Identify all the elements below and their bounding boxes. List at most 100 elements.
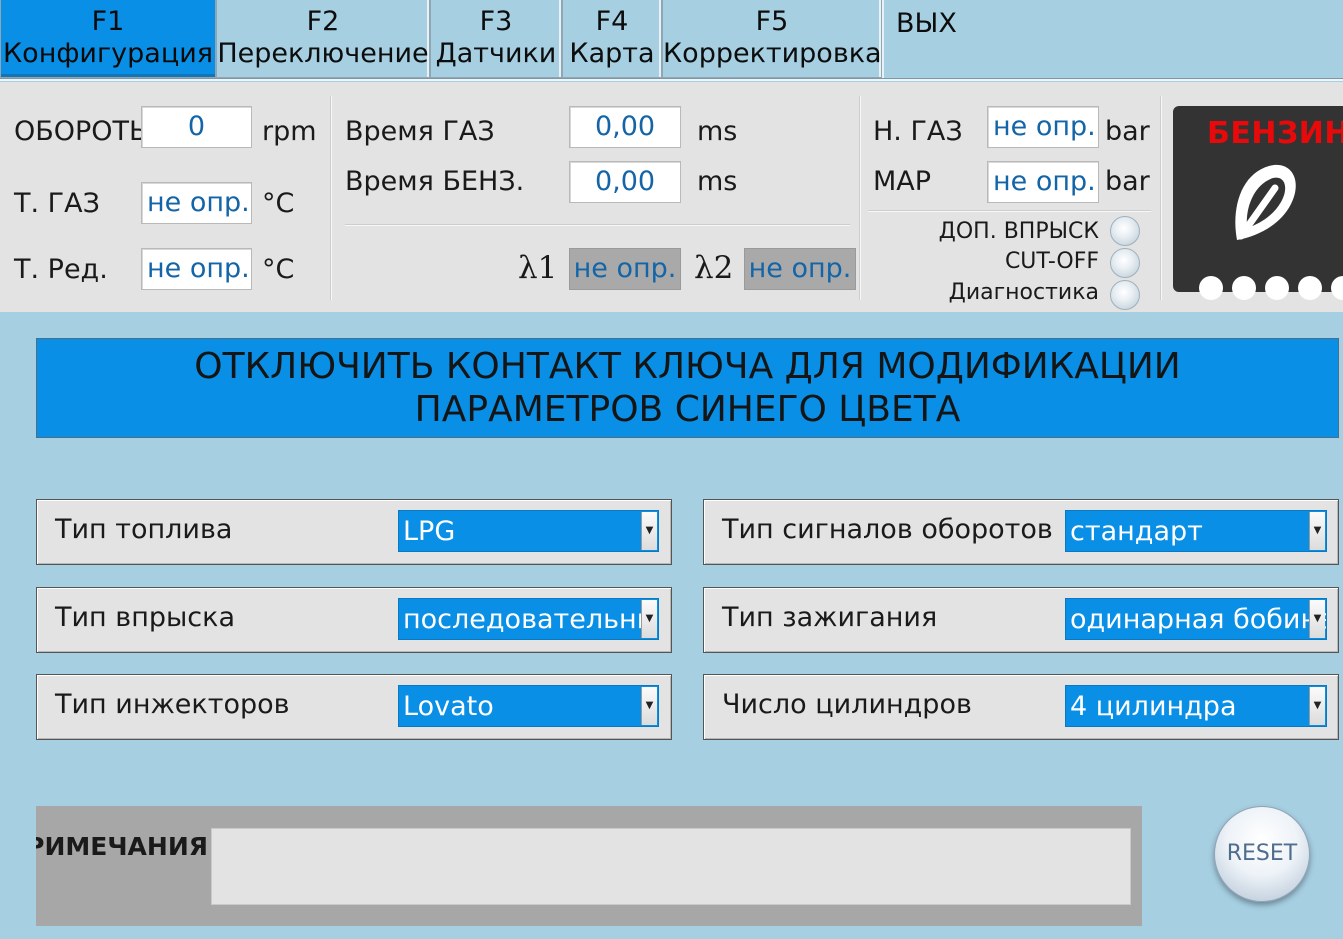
level-dot-icon: [1298, 276, 1322, 300]
status-panel: ОБОРОТЫ 0 rpm Т. ГАЗ не опр. °С Т. Ред. …: [0, 82, 1343, 312]
level-dot-icon: [1232, 276, 1256, 300]
reset-label: RESET: [1226, 841, 1298, 866]
ignition-type-select[interactable]: одинарная бобина ▼: [1065, 598, 1327, 640]
cut-off-label: CUT-OFF: [1004, 249, 1099, 274]
map-label: MAP: [873, 166, 932, 197]
cut-off-indicator-icon: [1110, 248, 1140, 278]
injector-type-select[interactable]: Lovato ▼: [398, 685, 659, 727]
map-unit: bar: [1105, 166, 1150, 197]
chevron-down-icon[interactable]: ▼: [641, 512, 657, 550]
tab-key: F1: [91, 6, 125, 37]
time-gas-label: Время ГАЗ: [345, 116, 495, 147]
tab-sensors[interactable]: F3 Датчики: [430, 0, 562, 78]
fuel-type-row: Тип топлива LPG ▼: [36, 499, 672, 565]
map-value: не опр.: [987, 161, 1099, 203]
chevron-down-icon[interactable]: ▼: [1309, 600, 1325, 638]
tab-map[interactable]: F4 Карта: [562, 0, 662, 78]
tabbar-divider: [0, 78, 1343, 81]
banner-line-1: ОТКЛЮЧИТЬ КОНТАКТ КЛЮЧА ДЛЯ МОДИФИКАЦИИ: [194, 346, 1181, 387]
extra-injection-indicator-icon: [1110, 216, 1140, 246]
banner-line-2: ПАРАМЕТРОВ СИНЕГО ЦВЕТА: [414, 389, 961, 430]
time-benz-unit: ms: [697, 166, 738, 197]
column-divider: [1160, 96, 1162, 300]
injection-type-select[interactable]: последовательный ▼: [398, 598, 659, 640]
rpm-unit: rpm: [262, 116, 317, 147]
exit-button[interactable]: ВЫХ: [882, 0, 1343, 78]
cylinders-select[interactable]: 4 цилиндра ▼: [1065, 685, 1327, 727]
tab-key: F4: [595, 6, 629, 37]
time-benz-value: 0,00: [569, 161, 681, 203]
level-dot-icon: [1199, 276, 1223, 300]
time-gas-unit: ms: [697, 116, 738, 147]
rpm-value: 0: [141, 106, 252, 148]
section-divider: [868, 210, 1151, 212]
rpm-label: ОБОРОТЫ: [14, 116, 153, 147]
cylinders-value: 4 цилиндра: [1070, 691, 1237, 722]
injector-type-row: Тип инжекторов Lovato ▼: [36, 674, 672, 740]
extra-injection-label: ДОП. ВПРЫСК: [938, 219, 1099, 244]
level-dot-icon: [1265, 276, 1289, 300]
injector-type-label: Тип инжекторов: [55, 689, 290, 720]
tab-label: Конфигурация: [3, 38, 213, 69]
rpm-signal-type-value: стандарт: [1070, 516, 1203, 547]
lambda1-value: не опр.: [569, 248, 681, 290]
notes-field[interactable]: [211, 828, 1131, 905]
t-reducer-label: Т. Ред.: [14, 254, 108, 285]
cylinders-row: Число цилиндров 4 цилиндра ▼: [703, 674, 1339, 740]
diagnostics-label: Диагностика: [948, 280, 1099, 305]
fuel-mode-switch[interactable]: БЕНЗИН: [1173, 106, 1343, 300]
tab-key: F2: [306, 6, 340, 37]
chevron-down-icon[interactable]: ▼: [1309, 512, 1325, 550]
tab-label: Карта: [569, 38, 655, 69]
lambda2-value: не опр.: [744, 248, 856, 290]
warning-banner: ОТКЛЮЧИТЬ КОНТАКТ КЛЮЧА ДЛЯ МОДИФИКАЦИИ …: [36, 338, 1339, 438]
gas-pressure-label: Н. ГАЗ: [873, 116, 963, 147]
reset-button[interactable]: RESET: [1214, 806, 1310, 902]
ignition-type-value: одинарная бобина: [1070, 604, 1327, 635]
fuel-type-value: LPG: [403, 516, 456, 547]
diagnostics-indicator-icon: [1110, 280, 1140, 310]
lambda1-label: λ1: [518, 250, 558, 286]
tab-label: Корректировка: [663, 38, 882, 69]
gas-pressure-unit: bar: [1105, 116, 1150, 147]
notes-panel: ПРИМЕЧАНИЯ: [36, 806, 1142, 926]
exit-label: ВЫХ: [896, 8, 957, 39]
t-gas-value: не опр.: [141, 182, 252, 224]
section-divider: [345, 224, 850, 226]
gas-pressure-value: не опр.: [987, 106, 1099, 148]
rpm-signal-type-select[interactable]: стандарт ▼: [1065, 510, 1327, 552]
rpm-signal-type-label: Тип сигналов оборотов: [722, 514, 1053, 545]
tab-key: F5: [755, 6, 789, 37]
t-gas-unit: °С: [262, 188, 295, 219]
tab-label: Переключение: [217, 38, 429, 69]
injection-type-value: последовательный: [403, 604, 659, 635]
column-divider: [330, 96, 332, 300]
ignition-type-row: Тип зажигания одинарная бобина ▼: [703, 587, 1339, 653]
injector-type-value: Lovato: [403, 691, 494, 722]
injection-type-label: Тип впрыска: [55, 602, 235, 633]
fuel-mode-label: БЕНЗИН: [1207, 116, 1343, 151]
lambda2-label: λ2: [694, 250, 734, 286]
tab-configuration[interactable]: F1 Конфигурация: [0, 0, 216, 78]
rpm-signal-type-row: Тип сигналов оборотов стандарт ▼: [703, 499, 1339, 565]
level-dot-icon: [1331, 276, 1343, 300]
t-gas-label: Т. ГАЗ: [14, 188, 100, 219]
chevron-down-icon[interactable]: ▼: [641, 687, 657, 725]
notes-label: ПРИМЕЧАНИЯ: [36, 832, 208, 861]
t-reducer-value: не опр.: [141, 248, 252, 290]
tab-label: Датчики: [435, 38, 557, 69]
fuel-type-select[interactable]: LPG ▼: [398, 510, 659, 552]
tab-switching[interactable]: F2 Переключение: [216, 0, 430, 78]
column-divider: [859, 96, 861, 300]
ignition-type-label: Тип зажигания: [722, 602, 938, 633]
tab-correction[interactable]: F5 Корректировка: [662, 0, 882, 78]
tab-key: F3: [479, 6, 513, 37]
injection-type-row: Тип впрыска последовательный ▼: [36, 587, 672, 653]
time-gas-value: 0,00: [569, 106, 681, 148]
chevron-down-icon[interactable]: ▼: [641, 600, 657, 638]
time-benz-label: Время БЕНЗ.: [345, 166, 525, 197]
function-tab-bar: F1 Конфигурация F2 Переключение F3 Датчи…: [0, 0, 1343, 81]
t-reducer-unit: °С: [262, 254, 295, 285]
fuel-switch-icon: [1235, 164, 1296, 240]
chevron-down-icon[interactable]: ▼: [1309, 687, 1325, 725]
